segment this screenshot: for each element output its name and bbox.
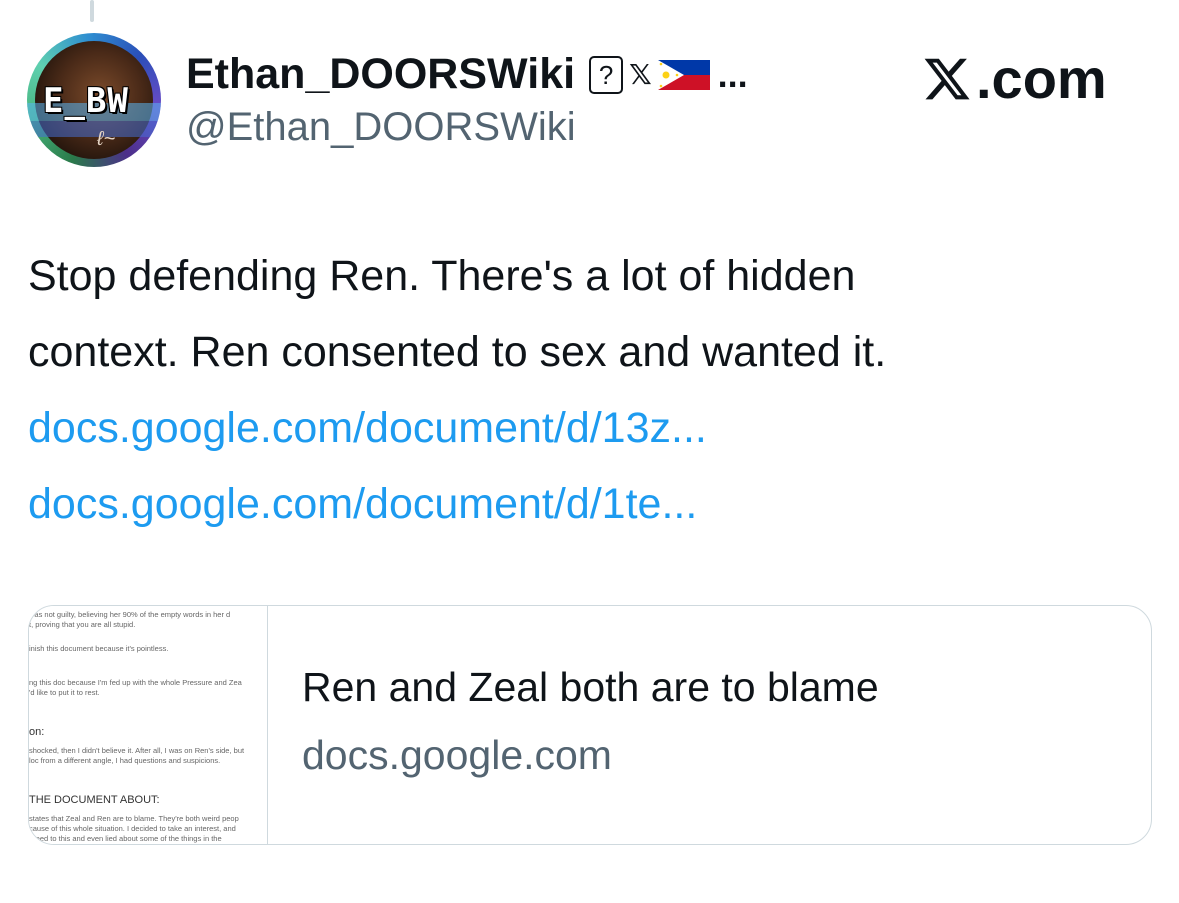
thumb-text: loc from a different angle, I had questi… <box>29 756 221 765</box>
tweet-body: Stop defending Ren. There's a lot of hid… <box>28 238 1148 542</box>
thumb-text: greed to this and even lied about some o… <box>29 834 222 843</box>
avatar-stripe <box>27 121 161 137</box>
avatar[interactable]: E_BW ℓ~ <box>27 33 161 167</box>
tweet-screenshot: E_BW ℓ~ Ethan_DOORSWiki ? 𝕏 ... @Ethan_D… <box>0 0 1179 903</box>
thumb-text: was not guilty, believing her 90% of the… <box>29 610 231 619</box>
avatar-signature: ℓ~ <box>97 128 116 150</box>
display-name-row[interactable]: Ethan_DOORSWiki ? 𝕏 ... <box>186 50 748 99</box>
thumb-text: cause of this whole situation. I decided… <box>29 824 236 833</box>
card-thumbnail: was not guilty, believing her 90% of the… <box>29 606 268 844</box>
philippines-flag-icon <box>657 59 710 90</box>
source-domain-text: .com <box>976 47 1107 110</box>
tweet-link[interactable]: docs.google.com/document/d/13z... <box>28 390 1148 466</box>
tweet-text-line: context. Ren consented to sex and wanted… <box>28 328 887 376</box>
name-truncation: ... <box>717 53 748 95</box>
thumb-text: t, proving that you are all stupid. <box>29 620 136 629</box>
thread-connector-line <box>90 0 94 22</box>
thumb-text: 'd like to put it to rest. <box>29 688 100 697</box>
thumb-heading: on: <box>29 726 45 738</box>
source-logo: .com <box>922 46 1107 111</box>
display-name[interactable]: Ethan_DOORSWiki <box>186 50 575 99</box>
thumb-heading: THE DOCUMENT ABOUT: <box>29 794 160 806</box>
thumb-text: ng this doc because I'm fed up with the … <box>29 678 242 687</box>
card-title[interactable]: Ren and Zeal both are to blame <box>302 664 879 711</box>
unknown-glyph-icon: ? <box>589 55 624 94</box>
card-domain: docs.google.com <box>302 732 612 778</box>
tweet-link[interactable]: docs.google.com/document/d/1te... <box>28 466 1148 542</box>
avatar-text: E_BW <box>43 81 129 121</box>
thumb-text: states that Zeal and Ren are to blame. T… <box>29 814 239 823</box>
x-logo-icon <box>924 58 970 99</box>
tweet-text-line: Stop defending Ren. There's a lot of hid… <box>28 252 856 300</box>
x-badge-icon: 𝕏 <box>629 58 652 91</box>
user-handle[interactable]: @Ethan_DOORSWiki <box>186 105 576 150</box>
thumb-text: inish this document because it's pointle… <box>29 644 169 653</box>
thumb-text: shocked, then I didn't believe it. After… <box>29 746 245 755</box>
link-preview-card[interactable]: was not guilty, believing her 90% of the… <box>28 605 1152 845</box>
